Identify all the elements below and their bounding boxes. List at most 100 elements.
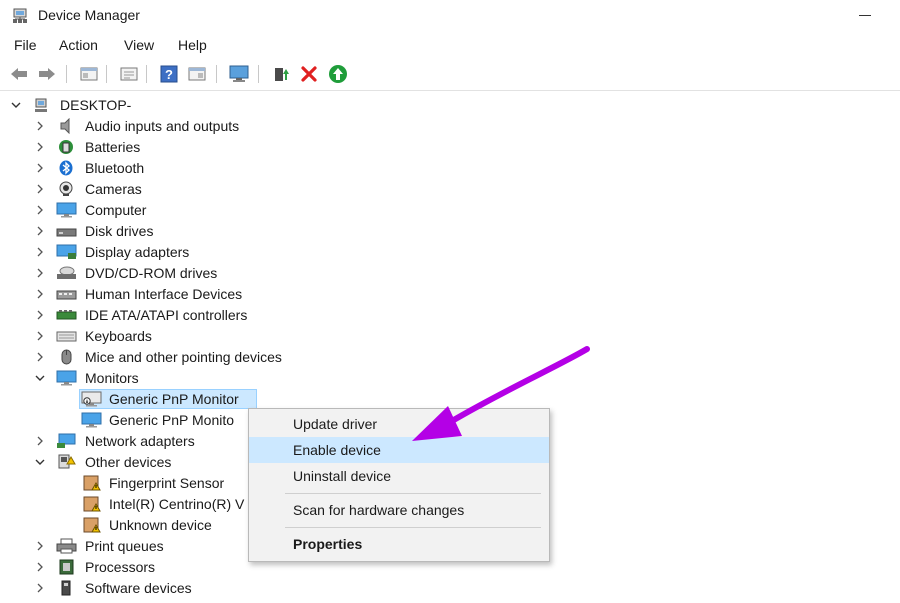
- help-icon[interactable]: ?: [158, 63, 180, 85]
- chevron-right-icon[interactable]: [34, 309, 46, 321]
- chevron-right-icon[interactable]: [34, 225, 46, 237]
- show-hide-icon[interactable]: [118, 63, 140, 85]
- menu-separator: [285, 493, 541, 494]
- software-device-icon: [61, 580, 71, 596]
- tree-item-label: IDE ATA/ATAPI controllers: [85, 307, 248, 323]
- toolbar: ?: [0, 60, 900, 88]
- tree-item-cameras[interactable]: Cameras: [0, 179, 900, 200]
- processor-icon: [59, 559, 74, 575]
- battery-icon: [59, 140, 73, 154]
- display-adapter-icon: [56, 244, 77, 259]
- bluetooth-icon: [59, 160, 73, 176]
- tree-item-label: Human Interface Devices: [85, 286, 243, 302]
- chevron-down-icon[interactable]: [34, 456, 46, 468]
- menu-item-label: Enable device: [293, 442, 381, 458]
- chevron-down-icon[interactable]: [34, 372, 46, 384]
- hid-icon: [56, 290, 77, 300]
- tree-item-batteries[interactable]: Batteries: [0, 137, 900, 158]
- tree-item-bluetooth[interactable]: Bluetooth: [0, 158, 900, 179]
- tree-item-label: Print queues: [85, 538, 164, 554]
- device-manager-icon: [13, 8, 27, 23]
- tree-item-label: Generic PnP Monito: [109, 412, 235, 428]
- chevron-right-icon[interactable]: [34, 162, 46, 174]
- tree-item-display-adapters[interactable]: Display adapters: [0, 242, 900, 263]
- chevron-right-icon[interactable]: [34, 183, 46, 195]
- tree-item-disk-drives[interactable]: Disk drives: [0, 221, 900, 242]
- tree-item-label: Intel(R) Centrino(R) V: [109, 496, 245, 512]
- title-bar: Device Manager: [0, 0, 900, 32]
- menu-update-driver[interactable]: Update driver: [249, 411, 549, 437]
- chevron-right-icon[interactable]: [34, 141, 46, 153]
- chevron-right-icon[interactable]: [34, 561, 46, 573]
- tree-item-monitors[interactable]: Monitors: [0, 368, 900, 389]
- chevron-right-icon[interactable]: [34, 288, 46, 300]
- minimize-button[interactable]: [852, 6, 878, 26]
- tree-item-ide[interactable]: IDE ATA/ATAPI controllers: [0, 305, 900, 326]
- network-adapter-icon: [57, 433, 76, 448]
- chevron-right-icon[interactable]: [34, 267, 46, 279]
- window-title: Device Manager: [38, 7, 140, 23]
- uninstall-icon[interactable]: [298, 63, 320, 85]
- tree-root[interactable]: DESKTOP-: [0, 95, 900, 116]
- speaker-icon: [60, 118, 70, 134]
- back-icon[interactable]: [8, 63, 30, 85]
- menu-item-label: Uninstall device: [293, 468, 392, 484]
- tree-root-label: DESKTOP-: [60, 97, 132, 113]
- unknown-device-icon: [83, 475, 101, 491]
- chevron-right-icon[interactable]: [34, 330, 46, 342]
- tree-item-label: Computer: [85, 202, 147, 218]
- tree-item-mice[interactable]: Mice and other pointing devices: [0, 347, 900, 368]
- monitor-scan-icon[interactable]: [228, 63, 250, 85]
- chevron-right-icon[interactable]: [34, 204, 46, 216]
- tree-item-hid[interactable]: Human Interface Devices: [0, 284, 900, 305]
- disk-drive-icon: [56, 228, 77, 237]
- ide-controller-icon: [56, 310, 77, 320]
- update-driver-icon[interactable]: [270, 63, 292, 85]
- menu-file[interactable]: File: [14, 37, 37, 53]
- chevron-right-icon[interactable]: [34, 582, 46, 594]
- tree-item-computer[interactable]: Computer: [0, 200, 900, 221]
- tree-item-software-devices[interactable]: Software devices: [0, 578, 900, 599]
- tree-item-label: Network adapters: [85, 433, 195, 449]
- camera-icon: [59, 181, 73, 196]
- tree-item-label: Batteries: [85, 139, 141, 155]
- menu-properties[interactable]: Properties: [249, 531, 549, 557]
- chevron-down-icon[interactable]: [10, 99, 22, 111]
- menu-uninstall-device[interactable]: Uninstall device: [249, 463, 549, 489]
- tree-item-label: Software devices: [85, 580, 192, 596]
- tree-item-label: Fingerprint Sensor: [109, 475, 225, 491]
- menu-enable-device[interactable]: Enable device: [249, 437, 549, 463]
- forward-icon[interactable]: [36, 63, 58, 85]
- menu-view[interactable]: View: [124, 37, 154, 53]
- properties-view-icon[interactable]: [78, 63, 100, 85]
- chevron-right-icon[interactable]: [34, 351, 46, 363]
- dvd-drive-icon: [57, 266, 76, 279]
- unknown-device-icon: [83, 517, 101, 533]
- monitor-icon: [81, 412, 102, 428]
- chevron-right-icon[interactable]: [34, 435, 46, 447]
- tree-item-keyboards[interactable]: Keyboards: [0, 326, 900, 347]
- tree-item-label: Monitors: [85, 370, 139, 386]
- monitor-disabled-icon: [81, 391, 102, 407]
- tree-item-label: DVD/CD-ROM drives: [85, 265, 218, 281]
- menu-scan-hardware[interactable]: Scan for hardware changes: [249, 497, 549, 523]
- tree-item-label: Generic PnP Monitor: [109, 391, 239, 407]
- tree-item-dvd-drives[interactable]: DVD/CD-ROM drives: [0, 263, 900, 284]
- menu-help[interactable]: Help: [178, 37, 207, 53]
- unknown-device-icon: [83, 496, 101, 512]
- other-devices-icon: [58, 454, 76, 469]
- monitor-icon: [56, 370, 77, 386]
- menu-bar: File Action View Help: [0, 34, 900, 56]
- details-icon[interactable]: [186, 63, 208, 85]
- tree-item-audio[interactable]: Audio inputs and outputs: [0, 116, 900, 137]
- menu-action[interactable]: Action: [59, 37, 98, 53]
- enable-icon[interactable]: [327, 63, 349, 85]
- context-menu: Update driver Enable device Uninstall de…: [248, 408, 550, 562]
- svg-text:?: ?: [165, 67, 173, 82]
- chevron-right-icon[interactable]: [34, 246, 46, 258]
- tree-item-generic-pnp-monitor-1[interactable]: Generic PnP Monitor: [0, 389, 900, 410]
- tree-item-label: Processors: [85, 559, 156, 575]
- chevron-right-icon[interactable]: [34, 540, 46, 552]
- chevron-right-icon[interactable]: [34, 120, 46, 132]
- tree-item-label: Cameras: [85, 181, 142, 197]
